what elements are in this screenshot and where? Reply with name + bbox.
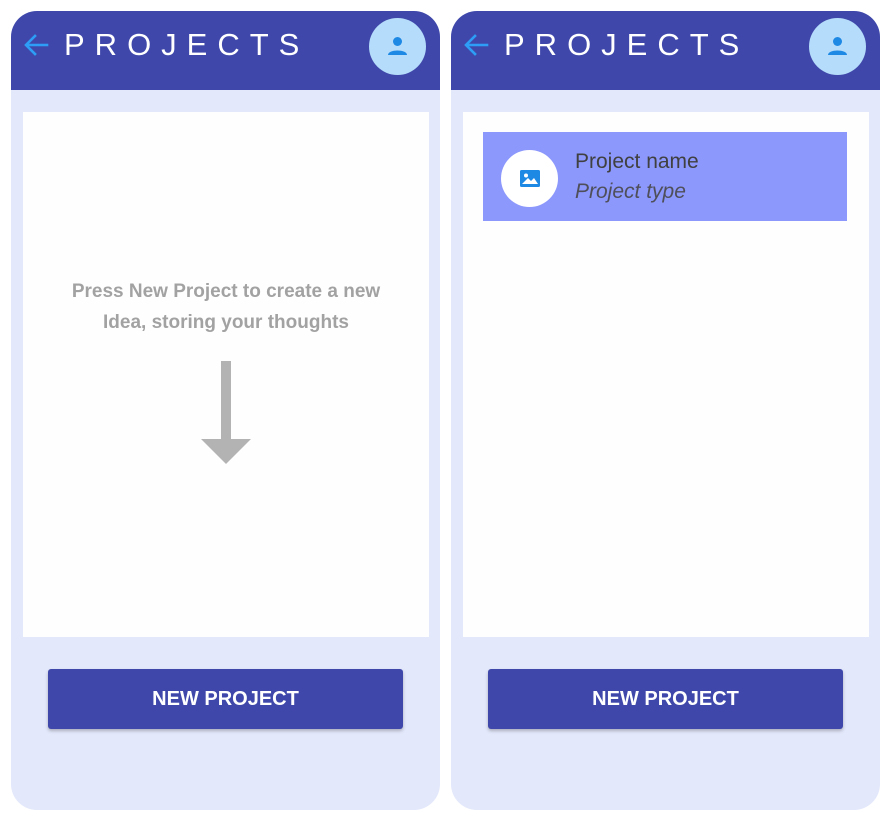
app-bar: PROJECTS <box>451 11 880 90</box>
empty-state-line-1: Press New Project to create a new <box>71 281 381 302</box>
projects-screen-populated: PROJECTS Project name Project type NEW P… <box>451 11 880 810</box>
user-avatar-button[interactable] <box>809 18 866 75</box>
arrow-down-icon <box>201 361 251 464</box>
projects-list-area: Project name Project type <box>463 112 869 637</box>
project-list-item[interactable]: Project name Project type <box>483 132 847 221</box>
page: PROJECTS Press New Project to create a n… <box>0 0 891 821</box>
projects-list-area: Press New Project to create a new Idea, … <box>23 112 429 637</box>
new-project-button[interactable]: NEW PROJECT <box>48 669 403 729</box>
project-type: Project type <box>575 180 686 203</box>
empty-state-message: Press New Project to create a new Idea, … <box>23 276 429 338</box>
image-icon <box>520 170 540 187</box>
person-icon <box>828 37 847 55</box>
person-icon <box>388 37 407 55</box>
empty-state-line-2: Idea, storing your thoughts <box>103 312 349 333</box>
page-title: PROJECTS <box>64 27 310 62</box>
app-bar: PROJECTS <box>11 11 440 90</box>
user-avatar-button[interactable] <box>369 18 426 75</box>
new-project-button[interactable]: NEW PROJECT <box>488 669 843 729</box>
back-arrow-icon[interactable] <box>463 33 489 57</box>
project-thumbnail <box>501 150 558 207</box>
page-title: PROJECTS <box>504 27 750 62</box>
back-arrow-icon[interactable] <box>23 33 49 57</box>
project-name: Project name <box>575 150 699 173</box>
projects-screen-empty: PROJECTS Press New Project to create a n… <box>11 11 440 810</box>
